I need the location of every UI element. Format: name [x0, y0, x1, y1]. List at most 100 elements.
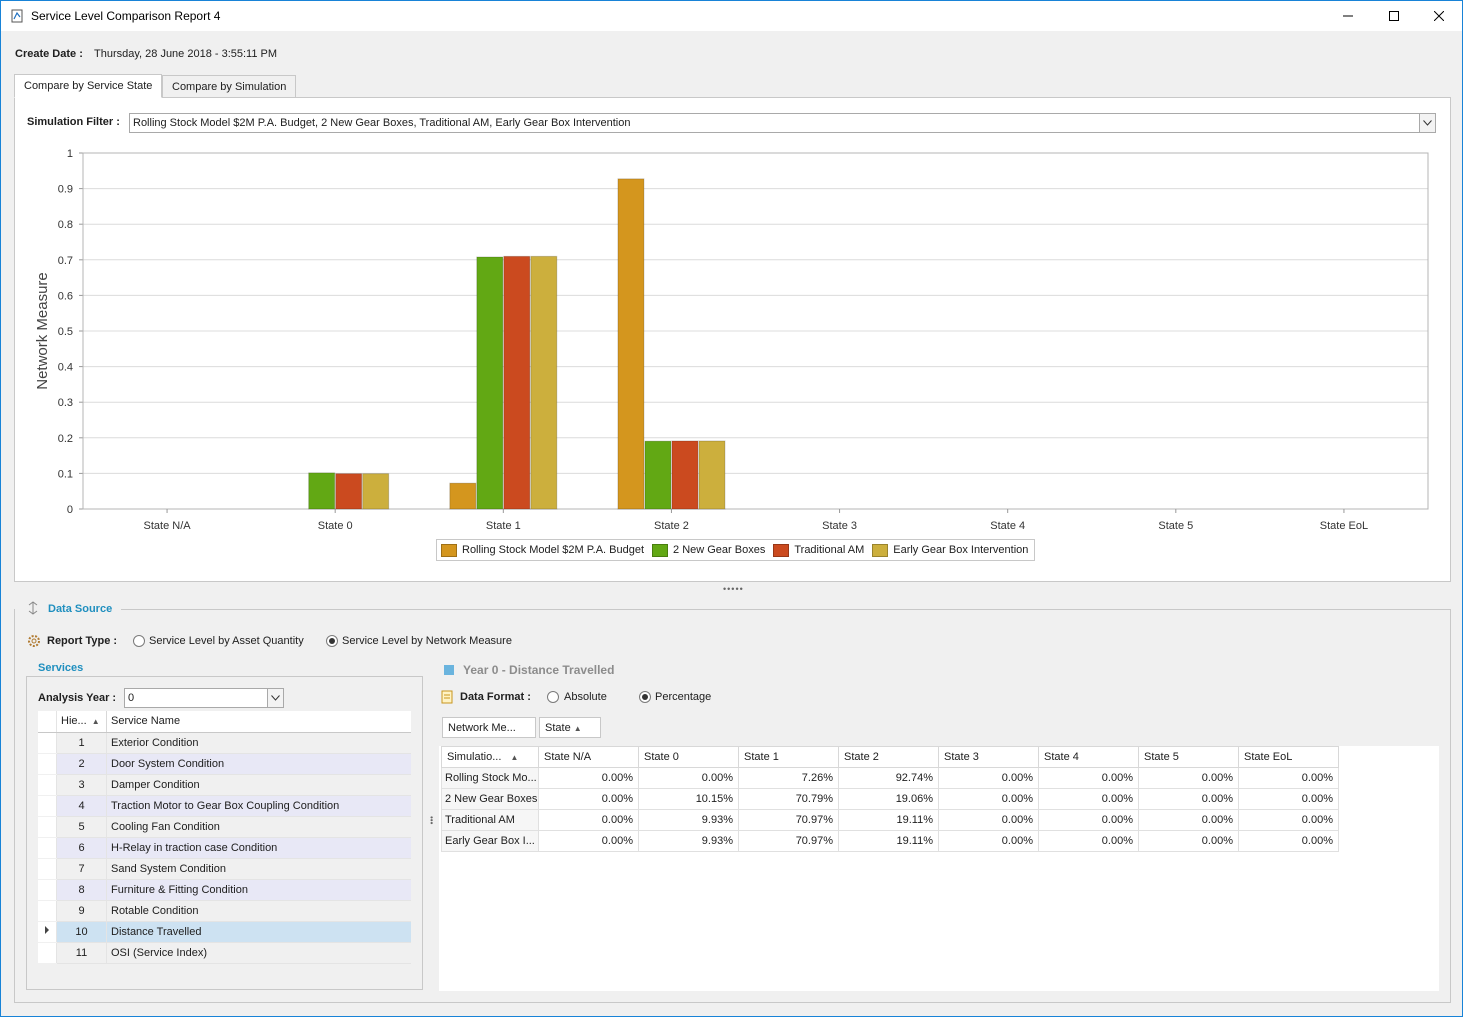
maximize-button[interactable]: [1371, 1, 1417, 31]
chart-legend: Rolling Stock Model $2M P.A. Budget 2 New…: [436, 539, 1036, 561]
minimize-button[interactable]: [1325, 1, 1371, 31]
x-tick-label: State 0: [318, 520, 353, 532]
bar: [698, 440, 726, 510]
pivot-cell: 0.00%: [538, 788, 639, 810]
pivot-cell: 0.00%: [1238, 767, 1339, 789]
data-format-absolute-label[interactable]: Absolute: [564, 691, 607, 703]
hierarchy-cell: 3: [56, 774, 107, 796]
tab-compare-by-simulation[interactable]: Compare by Simulation: [162, 75, 297, 98]
analysis-year-label: Analysis Year :: [38, 692, 117, 704]
pivot-cell: 0.00%: [1138, 767, 1239, 789]
pivot-cell: 9.93%: [638, 830, 739, 852]
legend-swatch: [872, 543, 889, 557]
filter-field-network-measure[interactable]: Network Me...: [442, 717, 536, 738]
simulation-filter-combo[interactable]: Rolling Stock Model $2M P.A. Budget, 2 N…: [129, 113, 1436, 133]
pivot-row-label[interactable]: Rolling Stock Mo...: [441, 767, 539, 789]
row-indicator: [38, 774, 57, 796]
legend-item: Early Gear Box Intervention: [872, 543, 1028, 557]
legend-label: Rolling Stock Model $2M P.A. Budget: [462, 544, 645, 556]
hierarchy-cell: 1: [56, 732, 107, 754]
bar: [671, 440, 699, 510]
pivot-cell: 92.74%: [838, 767, 939, 789]
pivot-column-header[interactable]: State 4: [1038, 746, 1139, 768]
pivot-row: Traditional AM 0.00% 9.93% 70.97% 19.11% 0.00…: [441, 809, 1339, 831]
table-row[interactable]: 10 Distance Travelled: [38, 921, 411, 943]
column-header-hierarchy[interactable]: Hie... ▲: [56, 711, 107, 733]
analysis-year-dropdown-button[interactable]: [267, 689, 283, 707]
table-row[interactable]: 6 H-Relay in traction case Condition: [38, 837, 411, 859]
services-title: Services: [35, 662, 87, 674]
collapse-arrows-icon[interactable]: [26, 601, 40, 615]
pivot-row-header-simulation[interactable]: Simulatio... ▲: [441, 746, 539, 768]
pivot-column-header[interactable]: State 0: [638, 746, 739, 768]
service-name-cell: OSI (Service Index): [106, 942, 411, 964]
table-row[interactable]: 3 Damper Condition: [38, 774, 411, 796]
title-bar: Service Level Comparison Report 4: [1, 1, 1462, 31]
table-row[interactable]: 2 Door System Condition: [38, 753, 411, 775]
chevron-down-icon: [271, 695, 280, 701]
service-name-cell: H-Relay in traction case Condition: [106, 837, 411, 859]
simulation-filter-dropdown-button[interactable]: [1419, 114, 1435, 132]
pivot-column-header[interactable]: State 3: [938, 746, 1039, 768]
filter-field-state[interactable]: State ▲: [539, 717, 601, 738]
legend-label: 2 New Gear Boxes: [673, 544, 766, 556]
table-row[interactable]: 1 Exterior Condition: [38, 732, 411, 754]
x-tick-label: State 1: [486, 520, 521, 532]
table-row[interactable]: 11 OSI (Service Index): [38, 942, 411, 964]
data-format-percentage-radio[interactable]: [639, 691, 651, 703]
legend-item: Rolling Stock Model $2M P.A. Budget: [441, 543, 645, 557]
table-row[interactable]: 5 Cooling Fan Condition: [38, 816, 411, 838]
y-tick-label: 0.9: [58, 184, 73, 196]
report-type-network-measure-label[interactable]: Service Level by Network Measure: [342, 635, 512, 647]
data-format-absolute-radio[interactable]: [547, 691, 559, 703]
service-name-cell: Traction Motor to Gear Box Coupling Cond…: [106, 795, 411, 817]
hierarchy-cell: 10: [56, 921, 107, 943]
hierarchy-cell: 9: [56, 900, 107, 922]
service-name-cell: Furniture & Fitting Condition: [106, 879, 411, 901]
row-indicator: [38, 942, 57, 964]
pivot-column-header[interactable]: State N/A: [538, 746, 639, 768]
close-button[interactable]: [1416, 1, 1462, 31]
bar: [530, 255, 558, 510]
legend-swatch: [773, 543, 790, 557]
data-format-icon: [441, 690, 453, 704]
row-indicator: [38, 753, 57, 775]
simulation-filter-label: Simulation Filter :: [27, 116, 120, 128]
column-header-service-name[interactable]: Service Name: [106, 711, 411, 733]
pivot-cell: 0.00%: [1038, 788, 1139, 810]
pivot-column-header[interactable]: State 1: [738, 746, 839, 768]
analysis-year-combo[interactable]: 0: [124, 688, 284, 708]
pivot-table: Simulatio... ▲ State N/A State 0 State 1 St…: [441, 746, 1339, 852]
service-name-cell: Door System Condition: [106, 753, 411, 775]
report-type-asset-quantity-radio[interactable]: [133, 635, 145, 647]
bar: [308, 472, 336, 510]
pivot-column-header[interactable]: State 5: [1138, 746, 1239, 768]
pivot-column-header[interactable]: State EoL: [1238, 746, 1339, 768]
x-tick-label: State 5: [1158, 520, 1193, 532]
bar: [617, 178, 645, 510]
vertical-splitter-grip[interactable]: •••: [427, 816, 436, 824]
pivot-row-label[interactable]: Traditional AM: [441, 809, 539, 831]
service-name-cell: Exterior Condition: [106, 732, 411, 754]
report-type-network-measure-radio[interactable]: [326, 635, 338, 647]
tab-compare-by-service-state[interactable]: Compare by Service State: [14, 74, 163, 98]
pivot-row-label[interactable]: Early Gear Box I...: [441, 830, 539, 852]
legend-swatch: [441, 543, 457, 557]
hierarchy-cell: 7: [56, 858, 107, 880]
table-row[interactable]: 4 Traction Motor to Gear Box Coupling Con…: [38, 795, 411, 817]
pivot-cell: 0.00%: [938, 809, 1039, 831]
table-row[interactable]: 9 Rotable Condition: [38, 900, 411, 922]
table-row[interactable]: 8 Furniture & Fitting Condition: [38, 879, 411, 901]
report-type-asset-quantity-label[interactable]: Service Level by Asset Quantity: [149, 635, 304, 647]
bar: [335, 473, 363, 510]
pivot-cell: 10.15%: [638, 788, 739, 810]
services-table: Hie... ▲ Service Name 1 Exterior Conditio…: [38, 711, 411, 964]
pivot-row-label[interactable]: 2 New Gear Boxes: [441, 788, 539, 810]
splitter-grip[interactable]: •••••: [723, 584, 744, 594]
table-row[interactable]: 7 Sand System Condition: [38, 858, 411, 880]
pivot-cell: 19.11%: [838, 830, 939, 852]
row-indicator: [38, 732, 57, 754]
pivot-cell: 7.26%: [738, 767, 839, 789]
pivot-column-header[interactable]: State 2: [838, 746, 939, 768]
data-format-percentage-label[interactable]: Percentage: [655, 691, 711, 703]
